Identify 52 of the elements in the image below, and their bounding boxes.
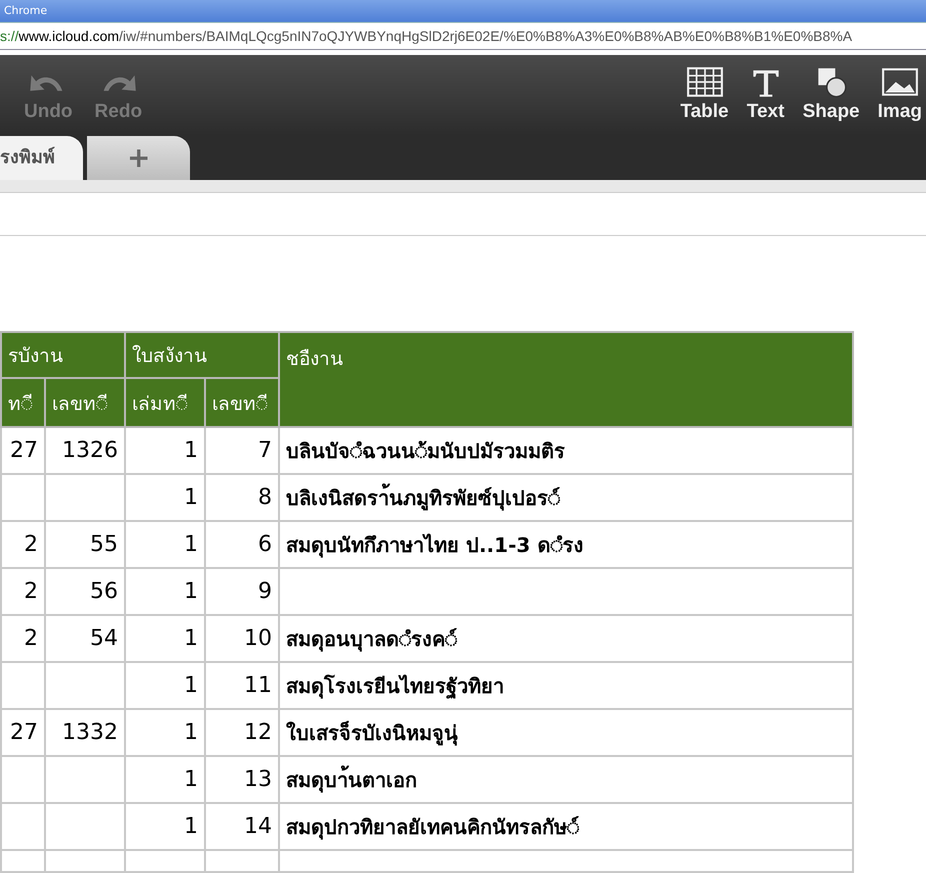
table-cell: 56 xyxy=(45,568,125,615)
column-header: เลขท◌ี xyxy=(205,378,279,427)
table-cell: 27 xyxy=(1,427,45,474)
table-cell: 1 xyxy=(125,615,205,662)
table-cell: ใบเสรจ็รบัเงนิหมจูนุ่ xyxy=(279,709,853,756)
table-cell: 1 xyxy=(125,709,205,756)
table-cell: 7 xyxy=(205,427,279,474)
table-cell: บลิเงนิสดรา้นภมูทิรพัยซ์ปุเปอร◌์ xyxy=(279,474,853,521)
table-cell: 9 xyxy=(205,568,279,615)
sheet-tab[interactable]: รงพิมพ์ xyxy=(0,136,83,180)
column-header: ใบสงังาน xyxy=(125,332,279,378)
table-cell: 13 xyxy=(205,756,279,803)
table-cell: 11 xyxy=(205,662,279,709)
table-cell: 6 xyxy=(205,521,279,568)
table-cell: 27 xyxy=(1,709,45,756)
table-cell: สมดุบา้นตาเอก xyxy=(279,756,853,803)
table-cell: 54 xyxy=(45,615,125,662)
table-cell: 14 xyxy=(205,803,279,850)
image-button[interactable]: Imag xyxy=(874,65,926,123)
table-cell: 12 xyxy=(205,709,279,756)
table-cell: 8 xyxy=(205,474,279,521)
table-cell: 10 xyxy=(205,615,279,662)
table-button[interactable]: Table xyxy=(676,65,733,123)
text-button[interactable]: Text xyxy=(742,65,789,123)
table-cell: 1 xyxy=(125,662,205,709)
table-cell: 1 xyxy=(125,474,205,521)
table-cell: สมดุปกวทิยาลยัเทคนคิกนัทรลกัษ◌์ xyxy=(279,803,853,850)
column-header: เลขท◌ี xyxy=(45,378,125,427)
shape-button[interactable]: Shape xyxy=(798,65,864,123)
table-cell: สมดุบนัทกึภาษาไทย ป..1-3 ด◌ํรง xyxy=(279,521,853,568)
table-cell: บลินบัจ◌ํฉวนน◌้มนับปมัรวมมติร xyxy=(279,427,853,474)
table-cell: 1326 xyxy=(45,427,125,474)
table-cell: 2 xyxy=(1,568,45,615)
sheet-tab[interactable]: + xyxy=(87,136,190,180)
table-cell: 1 xyxy=(125,568,205,615)
table-cell: 1332 xyxy=(45,709,125,756)
table-cell: 2 xyxy=(1,521,45,568)
column-header: ชอืงาน xyxy=(279,332,853,427)
table-cell: 1 xyxy=(125,521,205,568)
table-cell: 55 xyxy=(45,521,125,568)
column-header: ท◌ี xyxy=(1,378,45,427)
table-cell: 1 xyxy=(125,803,205,850)
column-header: รบังาน xyxy=(1,332,125,378)
column-header: เล่มท◌ี xyxy=(125,378,205,427)
table-cell: 1 xyxy=(125,756,205,803)
table-icon xyxy=(686,65,724,99)
table-cell: 1 xyxy=(125,427,205,474)
address-bar[interactable]: s://www.icloud.com/iw/#numbers/BAIMqLQcg5nIN7oQJYWBYnqHgSlD2rj6E02E/%E0%B8%A3%E0%B8%AB%E0%B8%B1%E0%B8%A xyxy=(0,22,926,50)
table-cell: 2 xyxy=(1,615,45,662)
window-title: Chrome xyxy=(4,4,48,17)
table-cell: สมดุอนบุาลด◌ํรงค◌์ xyxy=(279,615,853,662)
table-cell: สมดุโรงเรยีนไทยรฐัวทิยา xyxy=(279,662,853,709)
